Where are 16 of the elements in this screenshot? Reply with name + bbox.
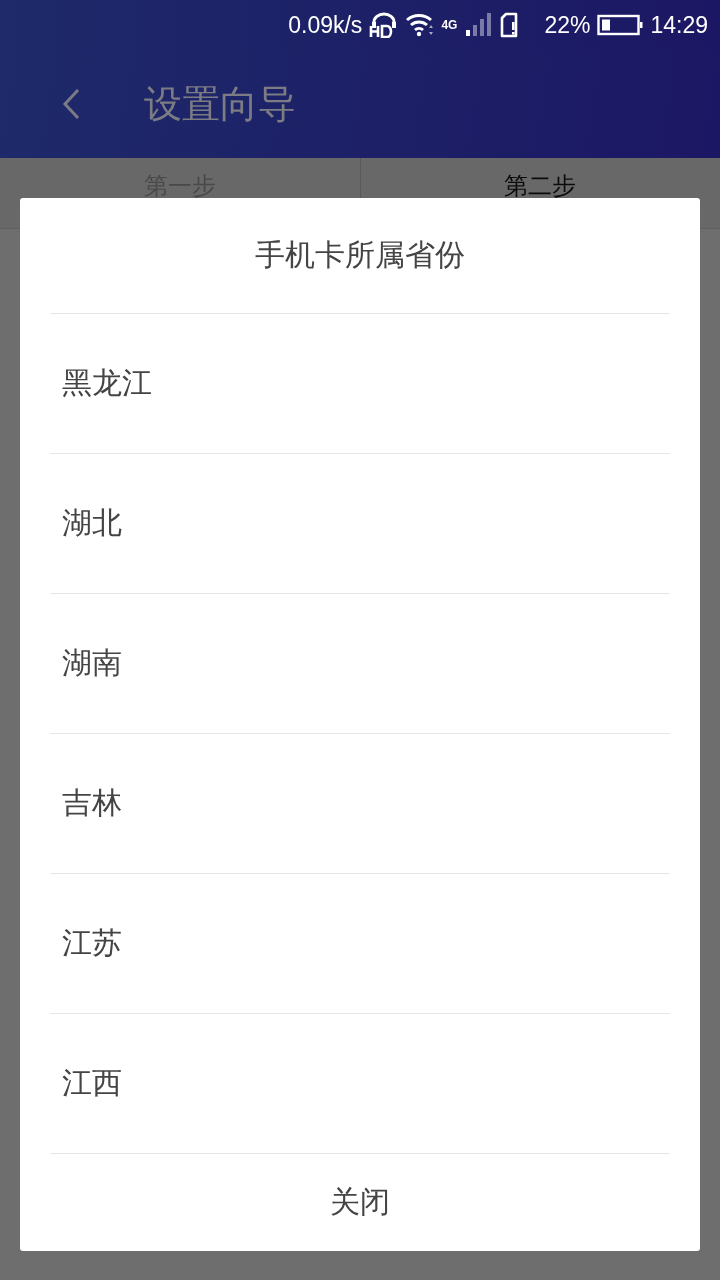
province-option[interactable]: 湖南: [50, 594, 670, 734]
network-type: 4G: [441, 18, 458, 32]
battery-percent: 22%: [544, 11, 591, 39]
province-option[interactable]: 江苏: [50, 874, 670, 1014]
page-title: 设置向导: [144, 80, 296, 128]
battery-icon: [597, 14, 644, 36]
clock: 14:29: [650, 11, 708, 39]
back-icon[interactable]: [60, 87, 82, 121]
network-speed: 0.09k/s: [288, 11, 363, 39]
province-option[interactable]: 吉林: [50, 734, 670, 874]
dialog-title: 手机卡所属省份: [50, 198, 670, 314]
signal-icon: [464, 12, 493, 38]
province-option[interactable]: 湖北: [50, 454, 670, 594]
province-option[interactable]: 黑龙江: [50, 314, 670, 454]
sim-card-icon: [499, 12, 520, 38]
wifi-icon: [406, 12, 435, 38]
